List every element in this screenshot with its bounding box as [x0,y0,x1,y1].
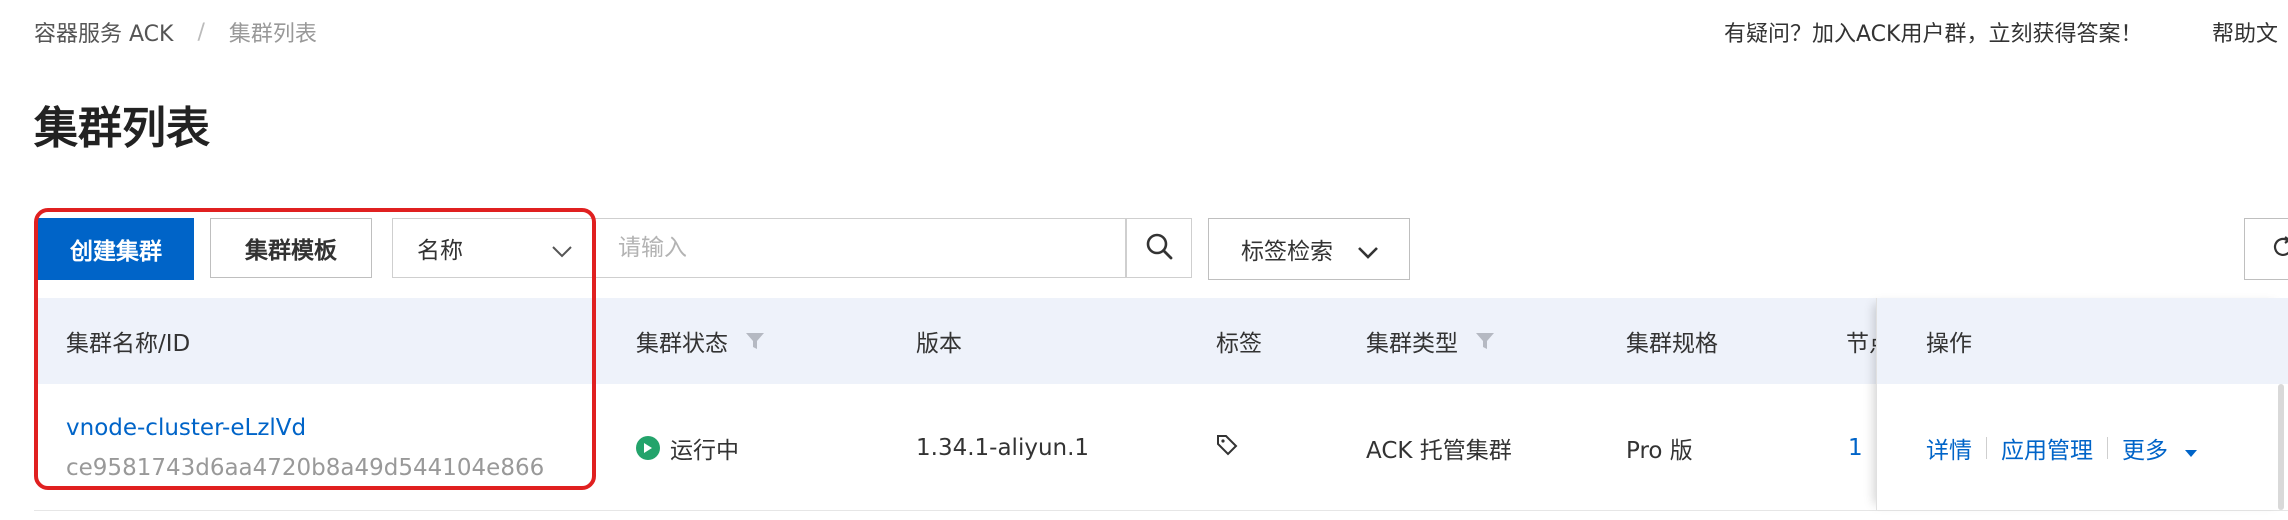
column-header-ops: 操作 [1926,331,1972,357]
search-button[interactable] [1126,218,1192,278]
cluster-version: 1.34.1-aliyun.1 [916,435,1090,461]
app-manage-link[interactable]: 应用管理 [2001,431,2093,465]
search-field-selected: 名称 [417,238,463,264]
breadcrumb-current: 集群列表 [228,22,317,47]
action-divider [1986,437,1987,459]
cluster-type: ACK 托管集群 [1366,438,1512,464]
chevron-down-icon [551,239,573,265]
more-actions-link[interactable]: 更多 [2122,431,2198,465]
horizontal-scroll-indicator[interactable] [2278,384,2284,510]
column-header-name: 集群名称/ID [66,331,191,357]
create-cluster-button[interactable]: 创建集群 [38,218,194,280]
breadcrumb-root[interactable]: 容器服务 ACK [34,16,173,48]
search-input[interactable] [594,218,1126,278]
edit-tags-button[interactable] [1216,432,1238,464]
filter-icon[interactable] [744,330,766,352]
cluster-status: 运行中 [636,432,739,464]
breadcrumb: 容器服务 ACK / 集群列表 [34,14,317,50]
help-community-link[interactable]: 有疑问？加入ACK用户群，立刻获得答案！ [1724,14,2142,50]
details-link[interactable]: 详情 [1926,431,1972,465]
tag-search-dropdown[interactable]: 标签检索 [1208,218,1410,280]
column-header-spec: 集群规格 [1626,331,1718,357]
chevron-down-icon [1357,240,1379,266]
refresh-icon [2271,235,2288,263]
action-divider [2107,437,2108,459]
tag-icon [1216,434,1238,462]
cluster-spec: Pro 版 [1626,438,1693,464]
filter-icon[interactable] [1474,330,1496,352]
cluster-name-link[interactable]: vnode-cluster-eLzlVd [66,412,306,444]
column-header-type: 集群类型 [1366,298,1496,384]
caret-down-icon [2185,450,2198,458]
search-field-select[interactable]: 名称 [392,218,594,278]
page: 容器服务 ACK / 集群列表 有疑问？加入ACK用户群，立刻获得答案！ 帮助文… [0,0,2288,520]
cluster-template-button[interactable]: 集群模板 [210,218,372,278]
cluster-id: ce9581743d6aa4720b8a49d544104e866 [66,455,545,481]
column-header-status: 集群状态 [636,298,766,384]
running-status-icon [636,436,660,460]
page-title: 集群列表 [34,103,210,154]
column-header-version: 版本 [916,331,962,357]
column-header-tags: 标签 [1216,331,1262,357]
search-icon [1145,232,1173,264]
row-actions: 详情 应用管理 更多 [1926,431,2198,465]
help-doc-link[interactable]: 帮助文 [2212,14,2278,50]
tag-search-label: 标签检索 [1241,239,1333,265]
breadcrumb-separator: / [197,19,205,45]
node-count-link[interactable]: 1 [1848,432,1863,464]
refresh-button[interactable] [2244,218,2288,280]
